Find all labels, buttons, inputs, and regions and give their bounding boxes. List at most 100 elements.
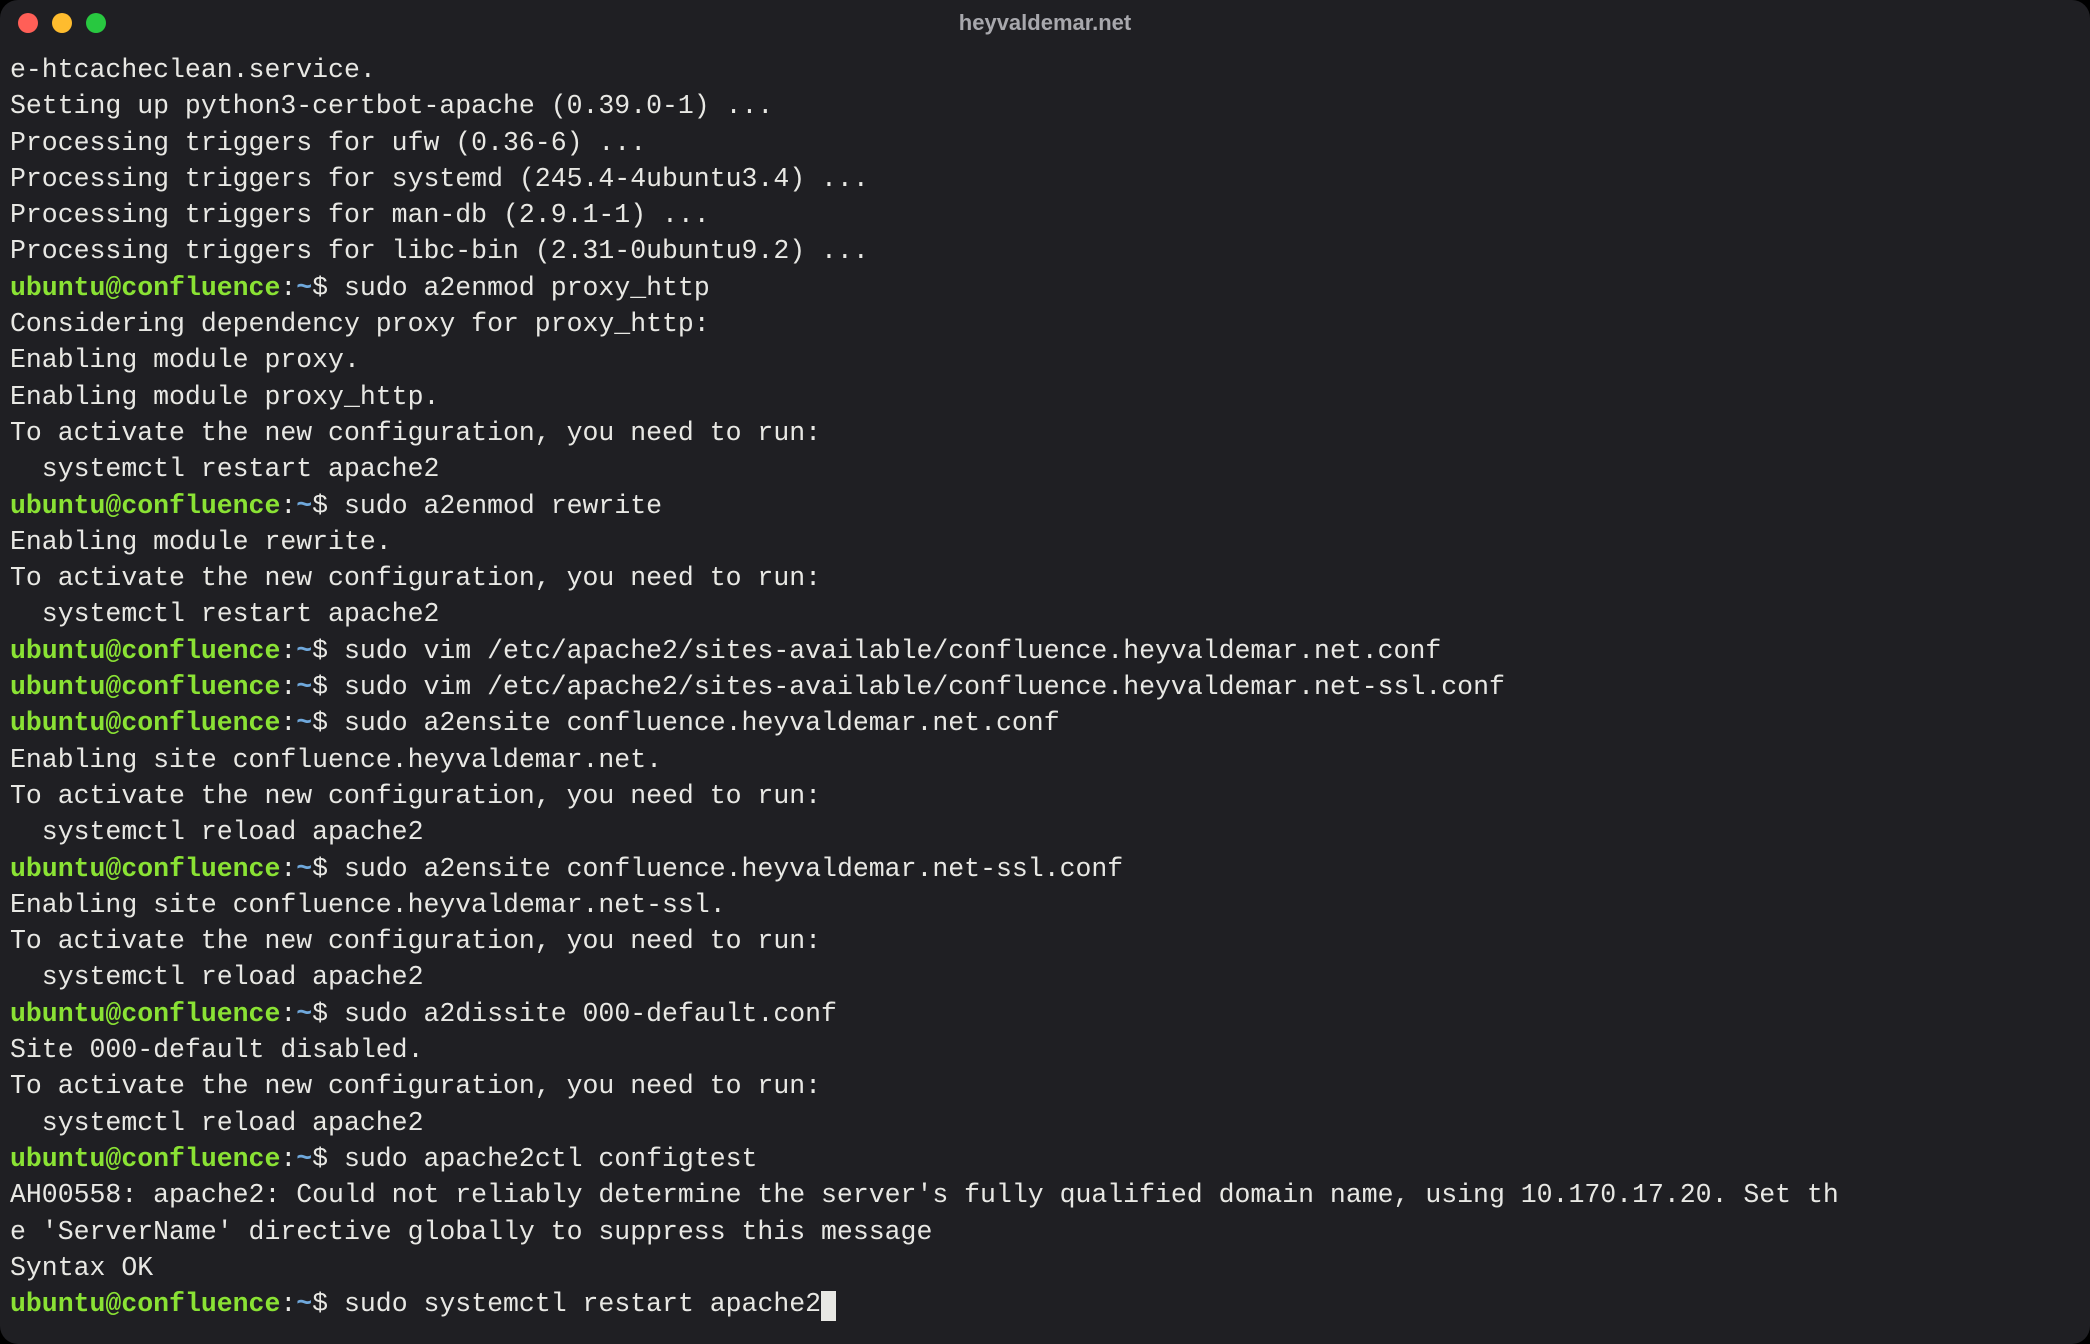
prompt-symbol: $ (312, 1289, 344, 1319)
terminal-output-line: Processing triggers for systemd (245.4-4… (10, 161, 2080, 197)
output-text: Processing triggers for systemd (245.4-4… (10, 164, 869, 194)
terminal-output-line: To activate the new configuration, you n… (10, 415, 2080, 451)
prompt-colon: : (280, 999, 296, 1029)
prompt-host: confluence (121, 273, 280, 303)
prompt-colon: : (280, 1144, 296, 1174)
prompt-at: @ (105, 636, 121, 666)
prompt-at: @ (105, 1144, 121, 1174)
prompt-user: ubuntu (10, 636, 105, 666)
output-text: AH00558: apache2: Could not reliably det… (10, 1180, 1839, 1210)
prompt-user: ubuntu (10, 1289, 105, 1319)
terminal-output-line: Enabling module proxy. (10, 342, 2080, 378)
prompt-host: confluence (121, 1289, 280, 1319)
close-button[interactable] (18, 13, 38, 33)
prompt-path: ~ (296, 273, 312, 303)
terminal-command-line: ubuntu@confluence:~$ sudo a2ensite confl… (10, 851, 2080, 887)
output-text: systemctl restart apache2 (10, 454, 439, 484)
output-text: e 'ServerName' directive globally to sup… (10, 1217, 932, 1247)
prompt-user: ubuntu (10, 672, 105, 702)
command-text: sudo a2ensite confluence.heyvaldemar.net… (344, 854, 1123, 884)
traffic-lights (18, 13, 106, 33)
prompt-symbol: $ (312, 672, 344, 702)
terminal-command-line: ubuntu@confluence:~$ sudo a2ensite confl… (10, 705, 2080, 741)
prompt-symbol: $ (312, 708, 344, 738)
output-text: systemctl reload apache2 (10, 1108, 423, 1138)
prompt-symbol: $ (312, 636, 344, 666)
prompt-colon: : (280, 1289, 296, 1319)
prompt-at: @ (105, 708, 121, 738)
terminal-output-line: Processing triggers for libc-bin (2.31-0… (10, 233, 2080, 269)
output-text: Syntax OK (10, 1253, 153, 1283)
terminal-command-line: ubuntu@confluence:~$ sudo vim /etc/apach… (10, 633, 2080, 669)
command-text: sudo a2enmod rewrite (344, 491, 662, 521)
prompt-user: ubuntu (10, 1144, 105, 1174)
command-text: sudo systemctl restart apache2 (344, 1289, 821, 1319)
output-text: To activate the new configuration, you n… (10, 781, 821, 811)
prompt-symbol: $ (312, 999, 344, 1029)
prompt-at: @ (105, 491, 121, 521)
output-text: Enabling module proxy_http. (10, 382, 439, 412)
prompt-user: ubuntu (10, 708, 105, 738)
prompt-colon: : (280, 636, 296, 666)
prompt-at: @ (105, 854, 121, 884)
prompt-user: ubuntu (10, 491, 105, 521)
terminal-output-line: To activate the new configuration, you n… (10, 778, 2080, 814)
terminal-command-line: ubuntu@confluence:~$ sudo vim /etc/apach… (10, 669, 2080, 705)
output-text: To activate the new configuration, you n… (10, 926, 821, 956)
maximize-button[interactable] (86, 13, 106, 33)
prompt-at: @ (105, 273, 121, 303)
prompt-symbol: $ (312, 1144, 344, 1174)
terminal-output-line: Enabling site confluence.heyvaldemar.net… (10, 742, 2080, 778)
prompt-path: ~ (296, 854, 312, 884)
terminal-output-line: e-htcacheclean.service. (10, 52, 2080, 88)
terminal-output-line: Site 000-default disabled. (10, 1032, 2080, 1068)
window-title: heyvaldemar.net (0, 10, 2090, 36)
terminal-command-line: ubuntu@confluence:~$ sudo a2enmod rewrit… (10, 488, 2080, 524)
prompt-host: confluence (121, 999, 280, 1029)
prompt-host: confluence (121, 1144, 280, 1174)
terminal-output-line: AH00558: apache2: Could not reliably det… (10, 1177, 2080, 1213)
window-titlebar: heyvaldemar.net (0, 0, 2090, 46)
prompt-host: confluence (121, 672, 280, 702)
prompt-path: ~ (296, 636, 312, 666)
command-text: sudo a2enmod proxy_http (344, 273, 710, 303)
prompt-path: ~ (296, 708, 312, 738)
output-text: e-htcacheclean.service. (10, 55, 376, 85)
prompt-host: confluence (121, 708, 280, 738)
terminal-output-line: e 'ServerName' directive globally to sup… (10, 1214, 2080, 1250)
terminal-output-line: Enabling module proxy_http. (10, 379, 2080, 415)
terminal-output-line: systemctl reload apache2 (10, 814, 2080, 850)
prompt-user: ubuntu (10, 854, 105, 884)
prompt-colon: : (280, 273, 296, 303)
output-text: Setting up python3-certbot-apache (0.39.… (10, 91, 773, 121)
prompt-at: @ (105, 999, 121, 1029)
terminal-output-line: To activate the new configuration, you n… (10, 560, 2080, 596)
prompt-path: ~ (296, 999, 312, 1029)
output-text: Processing triggers for man-db (2.9.1-1)… (10, 200, 710, 230)
prompt-symbol: $ (312, 273, 344, 303)
terminal-command-line: ubuntu@confluence:~$ sudo systemctl rest… (10, 1286, 2080, 1322)
output-text: Enabling site confluence.heyvaldemar.net… (10, 890, 726, 920)
output-text: systemctl restart apache2 (10, 599, 439, 629)
command-text: sudo apache2ctl configtest (344, 1144, 757, 1174)
command-text: sudo a2ensite confluence.heyvaldemar.net… (344, 708, 1060, 738)
terminal-output-line: Enabling site confluence.heyvaldemar.net… (10, 887, 2080, 923)
prompt-host: confluence (121, 636, 280, 666)
prompt-at: @ (105, 672, 121, 702)
output-text: systemctl reload apache2 (10, 962, 423, 992)
prompt-at: @ (105, 1289, 121, 1319)
output-text: Enabling module rewrite. (10, 527, 392, 557)
minimize-button[interactable] (52, 13, 72, 33)
prompt-user: ubuntu (10, 273, 105, 303)
prompt-path: ~ (296, 672, 312, 702)
terminal-window: heyvaldemar.net e-htcacheclean.service. S… (0, 0, 2090, 1344)
terminal-output-line: systemctl reload apache2 (10, 1105, 2080, 1141)
terminal-output-line: Syntax OK (10, 1250, 2080, 1286)
prompt-colon: : (280, 491, 296, 521)
terminal-body[interactable]: e-htcacheclean.service. Setting up python… (0, 46, 2090, 1344)
output-text: Site 000-default disabled. (10, 1035, 423, 1065)
terminal-output-line: Considering dependency proxy for proxy_h… (10, 306, 2080, 342)
command-text: sudo vim /etc/apache2/sites-available/co… (344, 636, 1441, 666)
terminal-output-line: To activate the new configuration, you n… (10, 1068, 2080, 1104)
terminal-output-line: systemctl restart apache2 (10, 596, 2080, 632)
